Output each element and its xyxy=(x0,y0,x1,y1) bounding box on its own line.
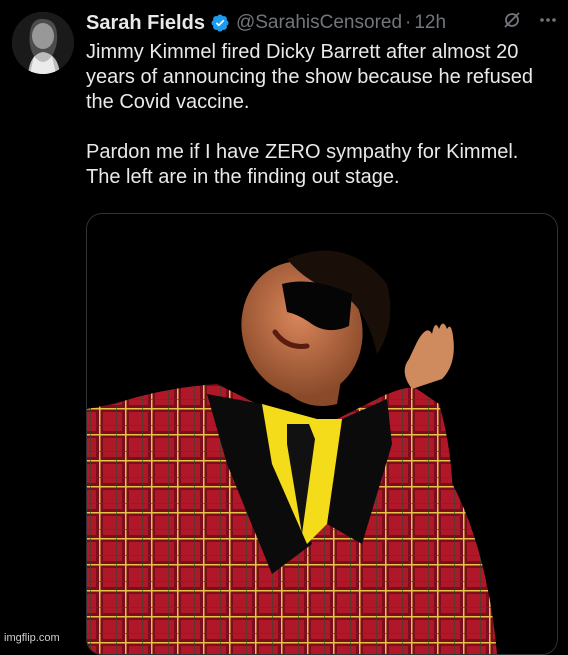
tweet-text-paragraph-1: Jimmy Kimmel fired Dicky Barrett after a… xyxy=(86,41,533,113)
grok-icon[interactable] xyxy=(502,10,522,35)
imgflip-watermark: imgflip.com xyxy=(4,632,60,644)
display-name[interactable]: Sarah Fields xyxy=(86,12,205,35)
photo-man-in-plaid-suit xyxy=(87,214,557,654)
avatar[interactable] xyxy=(12,12,74,74)
header-actions xyxy=(502,10,558,35)
more-options-icon[interactable] xyxy=(538,10,558,35)
handle[interactable]: @SarahisCensored xyxy=(236,12,402,34)
tweet-media-photo[interactable] xyxy=(86,213,558,655)
separator-dot: · xyxy=(405,12,412,33)
tweet: Sarah Fields @SarahisCensored · 12h Jimm… xyxy=(0,0,568,655)
tweet-text-paragraph-2: Pardon me if I have ZERO sympathy for Ki… xyxy=(86,141,519,188)
tweet-header: Sarah Fields @SarahisCensored · 12h xyxy=(86,9,446,37)
avatar-photo xyxy=(12,12,74,74)
tweet-text: Jimmy Kimmel fired Dicky Barrett after a… xyxy=(86,40,556,190)
timestamp[interactable]: 12h xyxy=(414,12,446,34)
verified-badge-icon xyxy=(210,13,230,33)
